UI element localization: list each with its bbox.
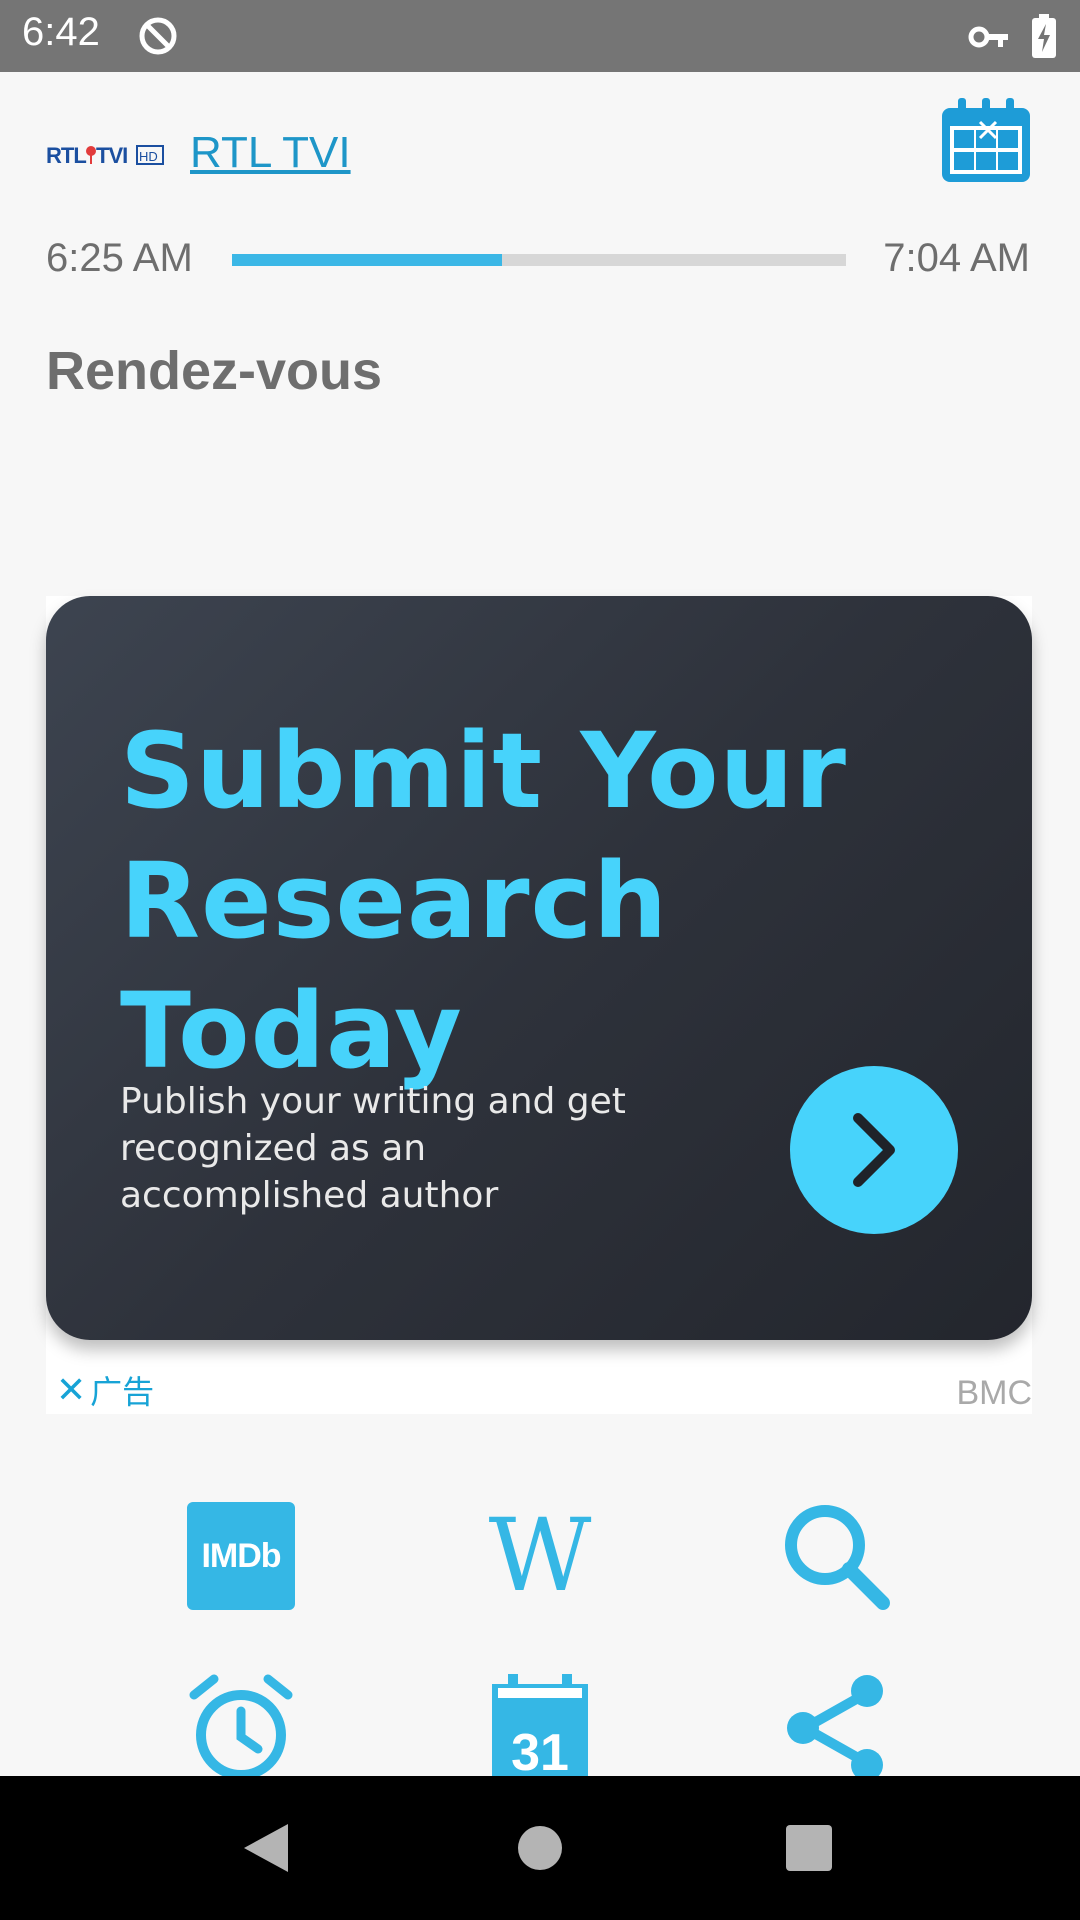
share-button[interactable]: [776, 1668, 896, 1788]
imdb-icon: IMDb: [187, 1502, 295, 1610]
ad-advertiser: BMC: [956, 1374, 1032, 1412]
program-end-time: 7:04 AM: [883, 236, 1030, 280]
sync-disabled-icon: [139, 17, 177, 55]
ad-headline: Submit Your Research Today: [120, 710, 847, 1092]
ad-body: Publish your writing and get recognized …: [120, 1081, 626, 1216]
wikipedia-icon: W: [488, 1497, 592, 1614]
program-title: Rendez-vous: [46, 341, 383, 401]
ad-close-button[interactable]: ✕ 广告: [56, 1369, 154, 1412]
search-icon: [785, 1505, 890, 1610]
calendar-day-number: 31: [511, 1724, 569, 1782]
share-icon: [787, 1675, 883, 1781]
close-icon: ✕: [56, 1369, 87, 1411]
alarm-button[interactable]: [181, 1668, 301, 1788]
channel-name-link[interactable]: RTL TVI: [190, 128, 351, 178]
search-button[interactable]: [776, 1496, 896, 1616]
ad-label: 广告: [90, 1373, 155, 1411]
ad-cta-button[interactable]: [790, 1066, 958, 1234]
vpn-key-icon: [968, 26, 1008, 48]
chevron-right-icon: [853, 1113, 895, 1187]
ad-banner: Submit Your Research Today Publish your …: [46, 596, 1032, 1414]
add-to-calendar-button[interactable]: 31: [480, 1668, 600, 1788]
status-bar: 6:42: [0, 0, 1080, 72]
calendar-icon: 31: [492, 1674, 588, 1782]
home-icon[interactable]: [518, 1826, 562, 1870]
program-progress-bar: [232, 254, 846, 266]
back-icon[interactable]: [240, 1822, 290, 1874]
status-time: 6:42: [22, 10, 100, 54]
svg-text:TVI: TVI: [96, 143, 127, 168]
alarm-clock-icon: [189, 1674, 293, 1780]
program-start-time: 6:25 AM: [46, 236, 193, 280]
battery-charging-icon: [1032, 14, 1056, 58]
svg-text:RTL: RTL: [46, 143, 86, 168]
recents-icon[interactable]: [786, 1825, 832, 1871]
channel-logo: RTL TVI HD: [46, 143, 164, 168]
program-progress-fill: [232, 254, 503, 266]
ad-card[interactable]: Submit Your Research Today Publish your …: [46, 596, 1032, 1340]
calendar-grid-icon[interactable]: [940, 98, 1032, 184]
imdb-button[interactable]: IMDb: [180, 1498, 302, 1614]
wikipedia-button[interactable]: W: [480, 1496, 600, 1616]
svg-text:HD: HD: [139, 149, 158, 164]
